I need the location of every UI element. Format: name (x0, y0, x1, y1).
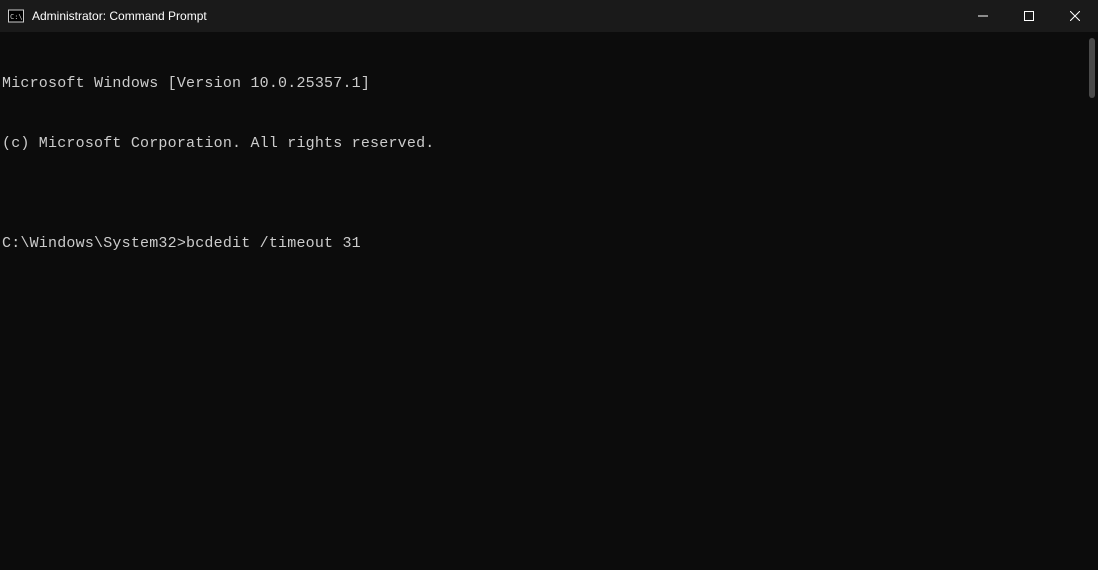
close-icon (1070, 11, 1080, 21)
titlebar: C:\ Administrator: Command Prompt (0, 0, 1098, 32)
minimize-icon (978, 11, 988, 21)
version-line: Microsoft Windows [Version 10.0.25357.1] (2, 74, 1098, 94)
svg-text:C:\: C:\ (10, 13, 23, 21)
copyright-line: (c) Microsoft Corporation. All rights re… (2, 134, 1098, 154)
titlebar-left: C:\ Administrator: Command Prompt (8, 8, 207, 24)
window-controls (960, 0, 1098, 32)
prompt-line: C:\Windows\System32>bcdedit /timeout 31 (2, 234, 1098, 254)
window-title: Administrator: Command Prompt (32, 9, 207, 23)
maximize-button[interactable] (1006, 0, 1052, 32)
command-text: bcdedit /timeout 31 (186, 234, 361, 254)
terminal-area[interactable]: Microsoft Windows [Version 10.0.25357.1]… (0, 32, 1098, 570)
prompt-path: C:\Windows\System32> (2, 234, 186, 254)
terminal-content: Microsoft Windows [Version 10.0.25357.1]… (2, 34, 1098, 294)
minimize-button[interactable] (960, 0, 1006, 32)
close-button[interactable] (1052, 0, 1098, 32)
cmd-icon: C:\ (8, 8, 24, 24)
maximize-icon (1024, 11, 1034, 21)
scrollbar-thumb[interactable] (1089, 38, 1095, 98)
